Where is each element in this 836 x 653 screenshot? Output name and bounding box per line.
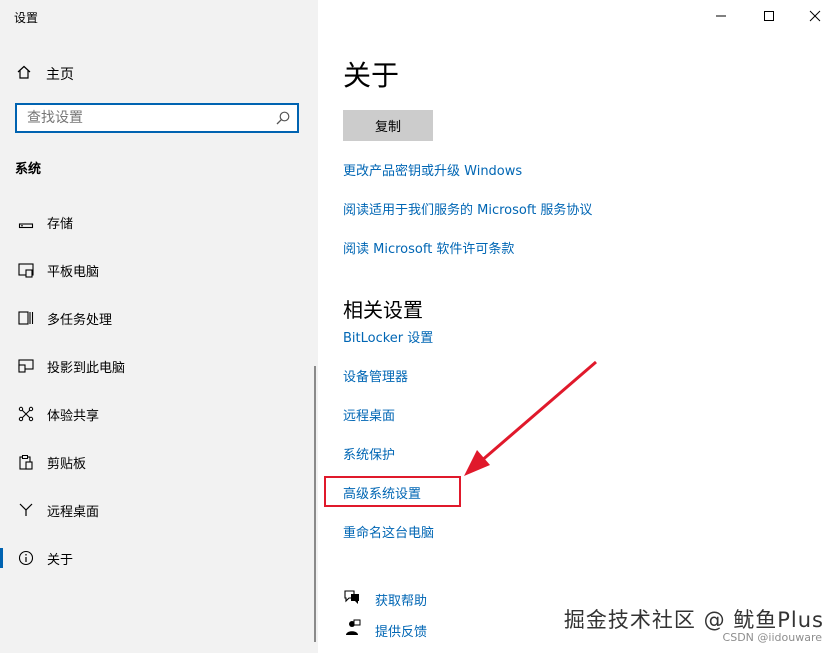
feedback-row[interactable]: 提供反馈: [343, 619, 427, 641]
help-icon: [343, 588, 361, 610]
feedback-link[interactable]: 提供反馈: [375, 621, 427, 640]
annotation-arrow: [464, 360, 597, 476]
get-help-row[interactable]: 获取帮助: [343, 588, 427, 610]
get-help-link[interactable]: 获取帮助: [375, 590, 427, 609]
watermark-juejin: 掘金技术社区 @ 鱿鱼Plus: [563, 608, 824, 632]
feedback-icon: [343, 619, 361, 641]
watermark-csdn: CSDN @iidouware: [722, 631, 822, 644]
